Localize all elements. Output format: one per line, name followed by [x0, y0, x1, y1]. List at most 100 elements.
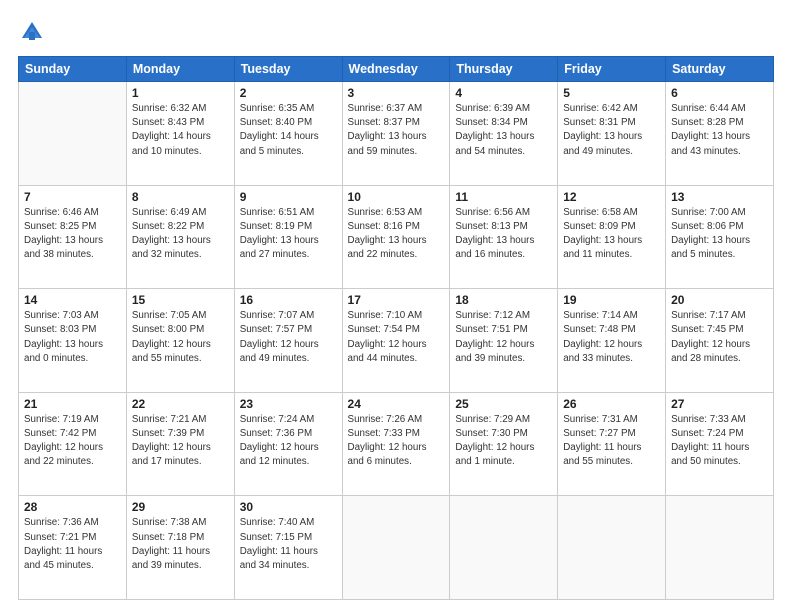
day-number: 14: [24, 293, 121, 307]
day-number: 8: [132, 190, 229, 204]
weekday-header: Friday: [558, 57, 666, 82]
day-info: Sunrise: 6:35 AMSunset: 8:40 PMDaylight:…: [240, 102, 337, 159]
day-number: 29: [132, 500, 229, 514]
calendar-week-row: 21Sunrise: 7:19 AMSunset: 7:42 PMDayligh…: [19, 392, 774, 496]
logo-icon: [18, 18, 46, 46]
day-number: 18: [455, 293, 552, 307]
day-info: Sunrise: 7:21 AMSunset: 7:39 PMDaylight:…: [132, 413, 229, 470]
calendar-cell: 15 Sunrise: 7:05 AMSunset: 8:00 PMDayligh…: [126, 289, 234, 393]
day-number: 24: [348, 397, 445, 411]
calendar-cell: 30 Sunrise: 7:40 AMSunset: 7:15 PMDayligh…: [234, 496, 342, 600]
weekday-header: Sunday: [19, 57, 127, 82]
day-number: 28: [24, 500, 121, 514]
calendar-cell: 3Sunrise: 6:37 AMSunset: 8:37 PMDaylight…: [342, 82, 450, 186]
day-info: Sunrise: 6:51 AMSunset: 8:19 PMDaylight:…: [240, 206, 337, 263]
day-info: Sunrise: 6:39 AMSunset: 8:34 PMDaylight:…: [455, 102, 552, 159]
day-info: Sunrise: 7:31 AMSunset: 7:27 PMDaylight:…: [563, 413, 660, 470]
calendar-cell: 10Sunrise: 6:53 AMSunset: 8:16 PMDayligh…: [342, 185, 450, 289]
calendar-cell: 17 Sunrise: 7:10 AMSunset: 7:54 PMDayligh…: [342, 289, 450, 393]
day-info: Sunrise: 6:58 AMSunset: 8:09 PMDaylight:…: [563, 206, 660, 263]
day-number: 3: [348, 86, 445, 100]
calendar-cell: 8 Sunrise: 6:49 AMSunset: 8:22 PMDaylight…: [126, 185, 234, 289]
day-number: 5: [563, 86, 660, 100]
calendar: SundayMondayTuesdayWednesdayThursdayFrid…: [18, 56, 774, 600]
day-number: 13: [671, 190, 768, 204]
day-info: Sunrise: 7:29 AMSunset: 7:30 PMDaylight:…: [455, 413, 552, 470]
day-number: 6: [671, 86, 768, 100]
day-info: Sunrise: 7:05 AMSunset: 8:00 PMDaylight:…: [132, 309, 229, 366]
day-number: 9: [240, 190, 337, 204]
calendar-cell: 22 Sunrise: 7:21 AMSunset: 7:39 PMDayligh…: [126, 392, 234, 496]
day-number: 7: [24, 190, 121, 204]
calendar-week-row: 1 Sunrise: 6:32 AMSunset: 8:43 PMDaylight…: [19, 82, 774, 186]
day-number: 22: [132, 397, 229, 411]
day-info: Sunrise: 7:12 AMSunset: 7:51 PMDaylight:…: [455, 309, 552, 366]
calendar-cell: 27 Sunrise: 7:33 AMSunset: 7:24 PMDayligh…: [666, 392, 774, 496]
calendar-week-row: 28 Sunrise: 7:36 AMSunset: 7:21 PMDayligh…: [19, 496, 774, 600]
calendar-cell: 5 Sunrise: 6:42 AMSunset: 8:31 PMDaylight…: [558, 82, 666, 186]
day-info: Sunrise: 7:00 AMSunset: 8:06 PMDaylight:…: [671, 206, 768, 263]
day-number: 27: [671, 397, 768, 411]
day-number: 4: [455, 86, 552, 100]
day-info: Sunrise: 6:56 AMSunset: 8:13 PMDaylight:…: [455, 206, 552, 263]
weekday-header: Tuesday: [234, 57, 342, 82]
day-info: Sunrise: 7:40 AMSunset: 7:15 PMDaylight:…: [240, 516, 337, 573]
calendar-cell: 1 Sunrise: 6:32 AMSunset: 8:43 PMDaylight…: [126, 82, 234, 186]
calendar-cell: [342, 496, 450, 600]
day-info: Sunrise: 7:36 AMSunset: 7:21 PMDaylight:…: [24, 516, 121, 573]
calendar-week-row: 7 Sunrise: 6:46 AMSunset: 8:25 PMDaylight…: [19, 185, 774, 289]
calendar-cell: 9 Sunrise: 6:51 AMSunset: 8:19 PMDaylight…: [234, 185, 342, 289]
day-info: Sunrise: 6:42 AMSunset: 8:31 PMDaylight:…: [563, 102, 660, 159]
calendar-cell: 21Sunrise: 7:19 AMSunset: 7:42 PMDayligh…: [19, 392, 127, 496]
calendar-cell: 18 Sunrise: 7:12 AMSunset: 7:51 PMDayligh…: [450, 289, 558, 393]
day-number: 11: [455, 190, 552, 204]
day-number: 25: [455, 397, 552, 411]
day-number: 20: [671, 293, 768, 307]
header: [18, 18, 774, 46]
day-number: 12: [563, 190, 660, 204]
calendar-cell: 23Sunrise: 7:24 AMSunset: 7:36 PMDayligh…: [234, 392, 342, 496]
day-info: Sunrise: 7:19 AMSunset: 7:42 PMDaylight:…: [24, 413, 121, 470]
day-info: Sunrise: 7:26 AMSunset: 7:33 PMDaylight:…: [348, 413, 445, 470]
weekday-header: Monday: [126, 57, 234, 82]
day-info: Sunrise: 6:32 AMSunset: 8:43 PMDaylight:…: [132, 102, 229, 159]
calendar-cell: 28 Sunrise: 7:36 AMSunset: 7:21 PMDayligh…: [19, 496, 127, 600]
calendar-cell: 11 Sunrise: 6:56 AMSunset: 8:13 PMDayligh…: [450, 185, 558, 289]
day-info: Sunrise: 7:33 AMSunset: 7:24 PMDaylight:…: [671, 413, 768, 470]
day-info: Sunrise: 7:03 AMSunset: 8:03 PMDaylight:…: [24, 309, 121, 366]
day-number: 26: [563, 397, 660, 411]
calendar-cell: [450, 496, 558, 600]
day-info: Sunrise: 6:46 AMSunset: 8:25 PMDaylight:…: [24, 206, 121, 263]
day-number: 2: [240, 86, 337, 100]
logo: [18, 18, 50, 46]
weekday-header-row: SundayMondayTuesdayWednesdayThursdayFrid…: [19, 57, 774, 82]
day-info: Sunrise: 7:07 AMSunset: 7:57 PMDaylight:…: [240, 309, 337, 366]
day-number: 16: [240, 293, 337, 307]
calendar-cell: 6 Sunrise: 6:44 AMSunset: 8:28 PMDaylight…: [666, 82, 774, 186]
calendar-cell: 29 Sunrise: 7:38 AMSunset: 7:18 PMDayligh…: [126, 496, 234, 600]
calendar-cell: [666, 496, 774, 600]
day-info: Sunrise: 7:38 AMSunset: 7:18 PMDaylight:…: [132, 516, 229, 573]
calendar-cell: 14 Sunrise: 7:03 AMSunset: 8:03 PMDayligh…: [19, 289, 127, 393]
day-info: Sunrise: 6:49 AMSunset: 8:22 PMDaylight:…: [132, 206, 229, 263]
day-info: Sunrise: 7:14 AMSunset: 7:48 PMDaylight:…: [563, 309, 660, 366]
calendar-cell: [19, 82, 127, 186]
day-info: Sunrise: 7:10 AMSunset: 7:54 PMDaylight:…: [348, 309, 445, 366]
day-number: 30: [240, 500, 337, 514]
calendar-cell: 24 Sunrise: 7:26 AMSunset: 7:33 PMDayligh…: [342, 392, 450, 496]
day-number: 1: [132, 86, 229, 100]
calendar-cell: 2 Sunrise: 6:35 AMSunset: 8:40 PMDaylight…: [234, 82, 342, 186]
day-number: 17: [348, 293, 445, 307]
calendar-cell: [558, 496, 666, 600]
calendar-cell: 20 Sunrise: 7:17 AMSunset: 7:45 PMDayligh…: [666, 289, 774, 393]
calendar-cell: 16 Sunrise: 7:07 AMSunset: 7:57 PMDayligh…: [234, 289, 342, 393]
calendar-week-row: 14 Sunrise: 7:03 AMSunset: 8:03 PMDayligh…: [19, 289, 774, 393]
day-number: 19: [563, 293, 660, 307]
day-number: 10: [348, 190, 445, 204]
day-number: 15: [132, 293, 229, 307]
day-info: Sunrise: 7:17 AMSunset: 7:45 PMDaylight:…: [671, 309, 768, 366]
day-info: Sunrise: 7:24 AMSunset: 7:36 PMDaylight:…: [240, 413, 337, 470]
calendar-cell: 12 Sunrise: 6:58 AMSunset: 8:09 PMDayligh…: [558, 185, 666, 289]
day-info: Sunrise: 6:44 AMSunset: 8:28 PMDaylight:…: [671, 102, 768, 159]
weekday-header: Wednesday: [342, 57, 450, 82]
